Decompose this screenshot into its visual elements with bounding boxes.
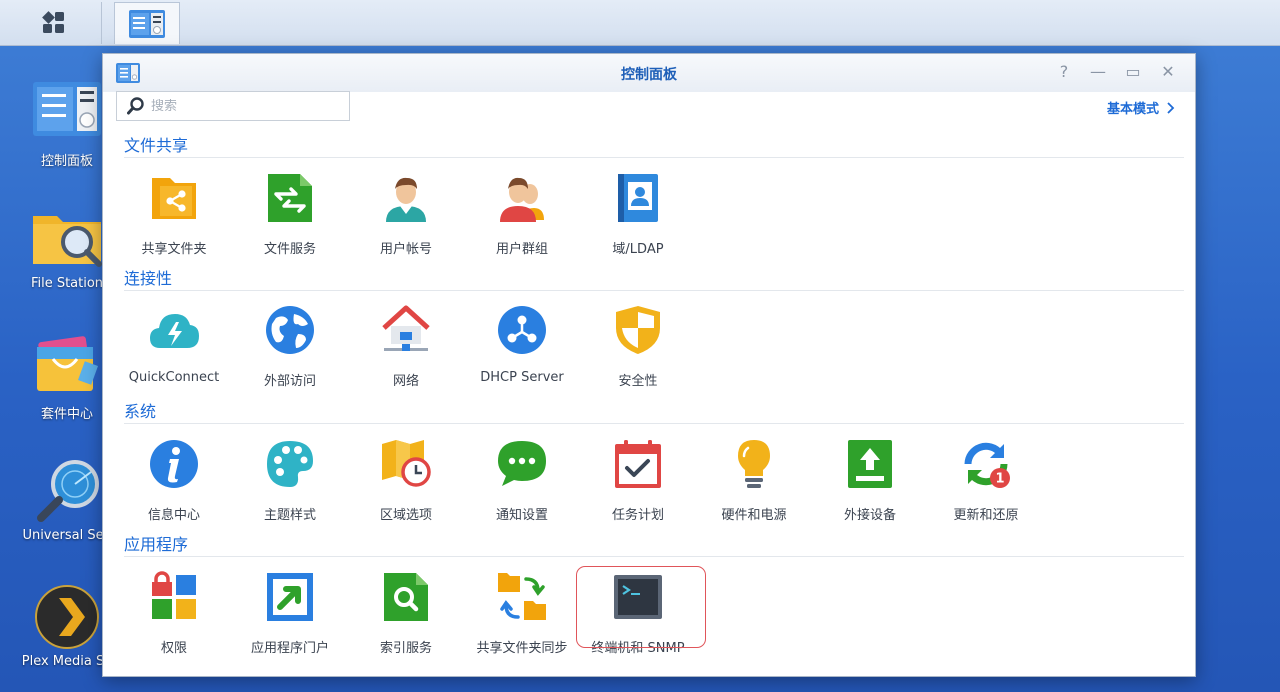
help-button[interactable]: ? <box>1055 63 1073 81</box>
item-hardware-power[interactable]: 硬件和电源 <box>696 438 812 523</box>
item-quickconnect[interactable]: QuickConnect <box>116 304 232 385</box>
file-transfer-icon <box>268 174 312 222</box>
user-group-icon <box>500 177 544 222</box>
chat-bubble-icon <box>498 441 546 486</box>
folder-search-icon <box>33 216 102 267</box>
lock-grid-icon <box>152 571 196 619</box>
calendar-check-icon <box>615 440 661 488</box>
search-icon <box>127 97 144 115</box>
item-label: 任务计划 <box>611 508 664 523</box>
section-divider <box>124 556 1184 557</box>
control-panel-window: 控制面板 ? — ▭ ✕ 基本模式 文件共享 共享文件夹 <box>102 53 1196 677</box>
item-label: 用户群组 <box>495 242 548 257</box>
close-button[interactable]: ✕ <box>1159 63 1177 81</box>
item-shared-folder-sync[interactable]: 共享文件夹同步 <box>464 571 580 656</box>
item-label: 硬件和电源 <box>721 508 787 523</box>
upload-device-icon <box>848 440 892 488</box>
item-label: 信息中心 <box>147 508 200 523</box>
dhcp-network-icon <box>498 306 546 354</box>
item-label: QuickConnect <box>128 370 220 385</box>
item-label: 权限 <box>160 641 187 656</box>
item-application-portal[interactable]: 应用程序门户 <box>232 571 348 656</box>
item-indexing-service[interactable]: 索引服务 <box>348 571 464 656</box>
section-title-file-sharing: 文件共享 <box>124 136 189 155</box>
item-shared-folder[interactable]: 共享文件夹 <box>116 172 232 257</box>
item-dhcp-server[interactable]: DHCP Server <box>464 304 580 385</box>
item-regional-options[interactable]: 区域选项 <box>348 438 464 523</box>
basic-mode-label: 基本模式 <box>1106 102 1159 117</box>
search-input[interactable] <box>151 98 341 114</box>
item-security[interactable]: 安全性 <box>580 304 696 389</box>
lightbulb-icon <box>738 440 770 488</box>
update-badge: 1 <box>995 472 1004 487</box>
control-panel-icon <box>33 82 101 136</box>
item-theme[interactable]: 主题样式 <box>232 438 348 523</box>
item-label: 通知设置 <box>495 508 548 523</box>
item-label: 文件服务 <box>263 242 316 257</box>
file-search-icon <box>384 573 428 621</box>
item-external-devices[interactable]: 外接设备 <box>812 438 928 523</box>
item-user-account[interactable]: 用户帐号 <box>348 172 464 257</box>
item-file-services[interactable]: 文件服务 <box>232 172 348 257</box>
taskbar-control-panel[interactable] <box>114 2 180 44</box>
plex-icon <box>35 585 99 649</box>
section-title-connectivity: 连接性 <box>124 269 173 288</box>
section-divider <box>124 290 1184 291</box>
section-divider <box>124 157 1184 158</box>
item-label: DHCP Server <box>480 370 564 385</box>
cloud-lightning-icon <box>150 314 199 348</box>
section-divider <box>124 423 1184 424</box>
shared-folder-icon <box>152 178 196 219</box>
item-user-group[interactable]: 用户群组 <box>464 172 580 257</box>
search-box[interactable] <box>116 91 350 121</box>
item-label: 区域选项 <box>379 508 432 523</box>
item-label: 安全性 <box>618 374 658 389</box>
terminal-highlight-outline <box>576 566 706 648</box>
chevron-right-icon <box>1167 101 1175 114</box>
main-menu-grid-icon <box>41 11 64 33</box>
item-label: 主题样式 <box>263 508 316 523</box>
map-clock-icon <box>382 440 431 487</box>
item-label: 更新和还原 <box>953 508 1019 523</box>
item-label: 外部访问 <box>263 374 316 389</box>
palette-icon <box>267 441 313 487</box>
item-label: 网络 <box>392 374 419 389</box>
item-privileges[interactable]: 权限 <box>116 571 232 656</box>
section-title-system: 系统 <box>124 402 157 421</box>
shield-icon <box>616 306 660 354</box>
item-label: 共享文件夹 <box>141 242 207 257</box>
window-titlebar[interactable]: 控制面板 ? — ▭ ✕ <box>103 54 1195 92</box>
item-label: 外接设备 <box>843 508 896 523</box>
basic-mode-link[interactable]: 基本模式 <box>1107 98 1175 117</box>
main-menu-button[interactable] <box>6 2 102 44</box>
directory-book-icon <box>618 174 658 222</box>
globe-icon <box>266 306 314 354</box>
maximize-button[interactable]: ▭ <box>1124 63 1142 81</box>
refresh-icon: 1 <box>964 442 1010 488</box>
minimize-button[interactable]: — <box>1089 63 1107 81</box>
item-label: 用户帐号 <box>379 242 432 257</box>
item-domain-ldap[interactable]: 域/LDAP <box>580 172 696 257</box>
user-icon <box>386 177 426 222</box>
info-icon <box>150 440 198 488</box>
item-network[interactable]: 网络 <box>348 304 464 389</box>
shopping-bag-icon <box>37 336 98 391</box>
window-title: 控制面板 <box>621 67 677 83</box>
portal-arrow-icon <box>267 573 313 621</box>
item-label: 索引服务 <box>379 641 432 656</box>
item-notification[interactable]: 通知设置 <box>464 438 580 523</box>
item-info-center[interactable]: 信息中心 <box>116 438 232 523</box>
network-home-icon <box>382 305 430 351</box>
folder-sync-icon <box>498 573 546 620</box>
item-label: 共享文件夹同步 <box>476 641 568 656</box>
control-panel-icon <box>129 9 165 38</box>
taskbar <box>0 0 1280 46</box>
item-external-access[interactable]: 外部访问 <box>232 304 348 389</box>
search-radar-icon <box>37 460 99 522</box>
item-label: 域/LDAP <box>612 242 664 257</box>
item-update-restore[interactable]: 1 更新和还原 <box>928 438 1044 523</box>
item-label: 应用程序门户 <box>250 641 329 656</box>
section-title-applications: 应用程序 <box>124 535 189 554</box>
item-task-scheduler[interactable]: 任务计划 <box>580 438 696 523</box>
